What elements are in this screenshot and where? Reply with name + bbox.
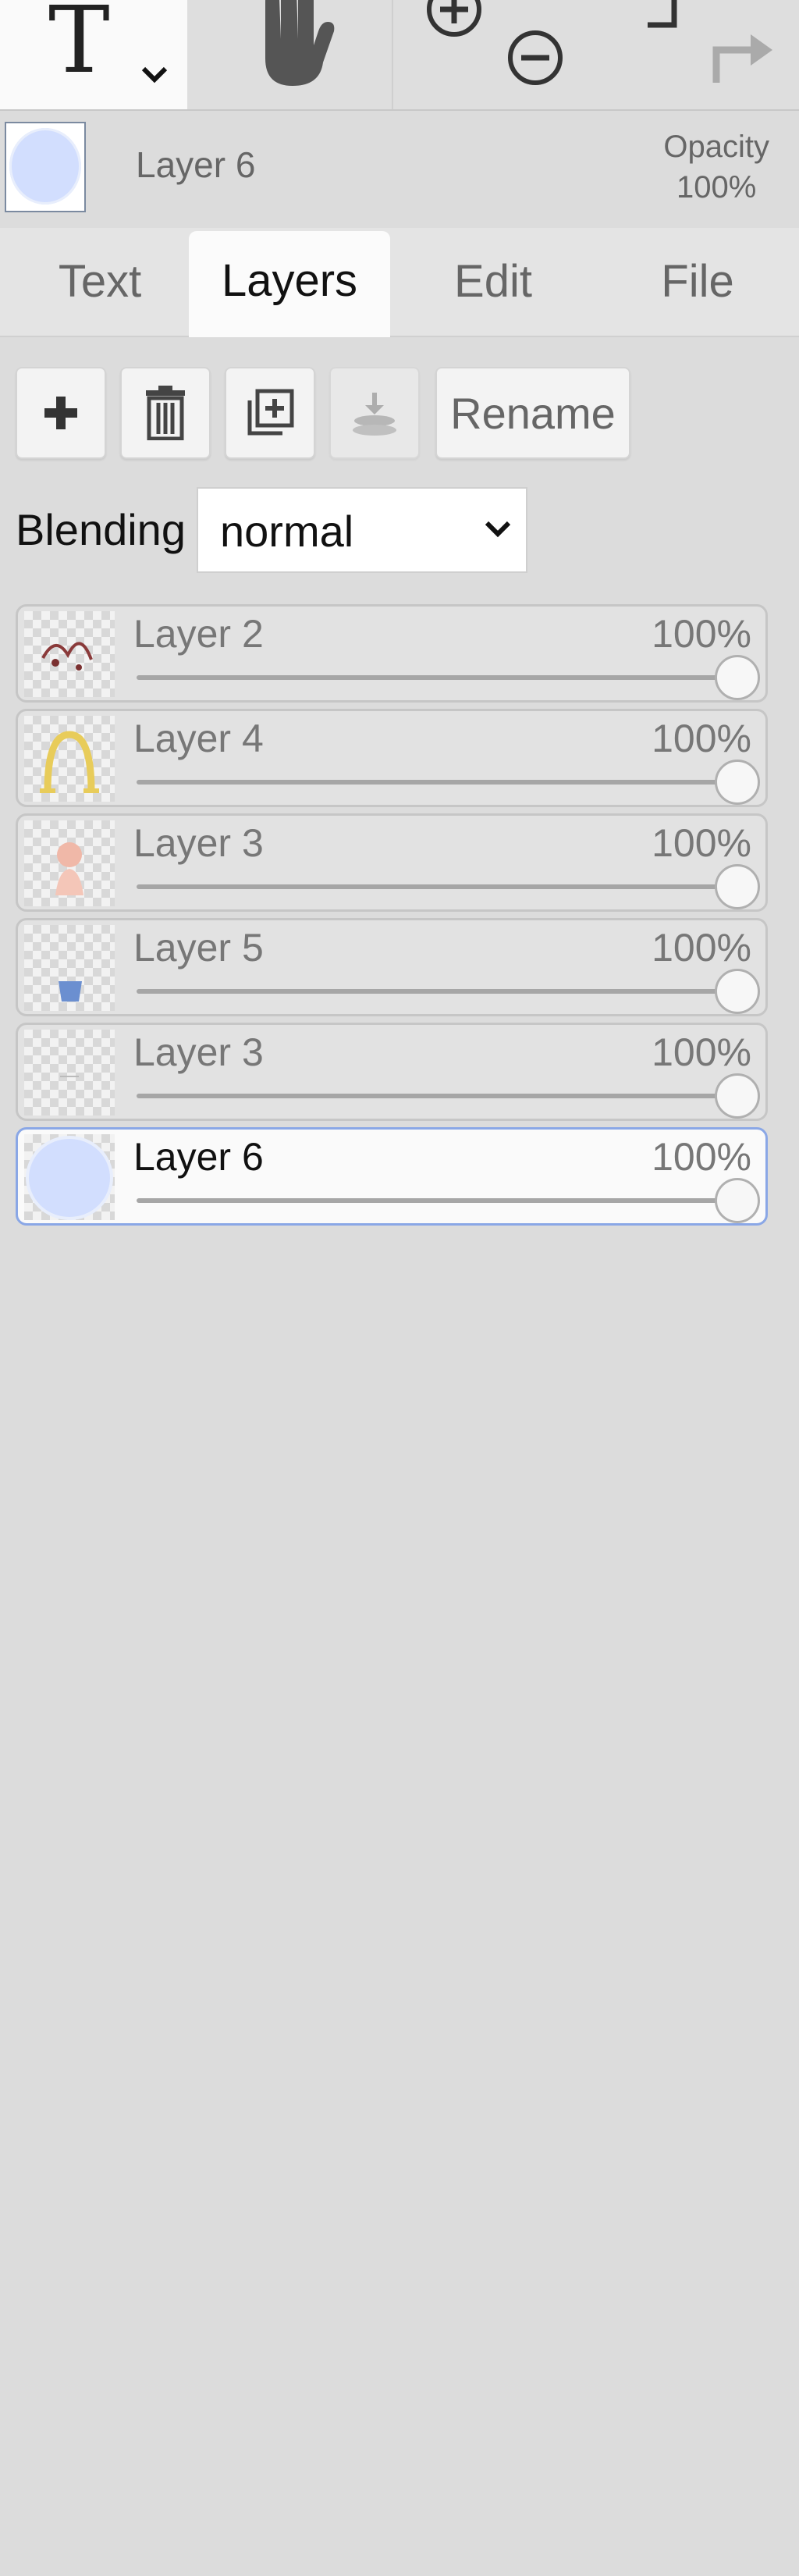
opacity-slider-track[interactable]	[137, 780, 737, 785]
layer-opacity: 100%	[652, 926, 751, 970]
text-tool-button[interactable]: T	[0, 0, 187, 109]
opacity-slider-track[interactable]	[137, 884, 737, 889]
layer-row[interactable]: Layer 5 100%	[16, 918, 768, 1016]
opacity-slider-track[interactable]	[137, 1198, 737, 1203]
opacity-slider-thumb[interactable]	[715, 1178, 760, 1223]
current-layer-thumbnail	[5, 122, 86, 212]
opacity-label: Opacity	[663, 130, 769, 164]
blending-select[interactable]: normal	[197, 487, 527, 573]
tab-file[interactable]: File	[598, 228, 797, 336]
layer-thumbnail	[24, 820, 115, 906]
opacity-slider-thumb[interactable]	[715, 1073, 760, 1119]
layer-opacity: 100%	[652, 1030, 751, 1074]
layer-row[interactable]: Layer 3 100%	[16, 1023, 768, 1121]
opacity-slider-thumb[interactable]	[715, 969, 760, 1014]
layer-row[interactable]: Layer 4 100%	[16, 709, 768, 807]
layer-opacity: 100%	[652, 821, 751, 865]
blending-value: normal	[220, 507, 354, 556]
layer-header: Layer 6 Opacity 100%	[0, 111, 799, 228]
undo-icon[interactable]	[643, 0, 690, 39]
layer-row[interactable]: Layer 2 100%	[16, 604, 768, 703]
trash-icon	[146, 386, 185, 440]
plus-icon	[44, 397, 77, 429]
layer-name: Layer 3	[133, 1030, 264, 1074]
tab-layers[interactable]: Layers	[189, 231, 390, 337]
layer-row-selected[interactable]: Layer 6 100%	[16, 1127, 768, 1226]
layer-name: Layer 4	[133, 717, 264, 760]
opacity-slider-track[interactable]	[137, 1094, 737, 1098]
toolbar: T	[0, 0, 799, 111]
layer-opacity: 100%	[652, 612, 751, 656]
chevron-down-icon	[485, 521, 511, 538]
blending-label: Blending	[16, 505, 186, 554]
layer-thumbnail	[24, 1134, 115, 1220]
zoom-in-icon[interactable]	[423, 0, 485, 41]
hand-tool-button[interactable]	[187, 0, 392, 109]
layer-thumbnail	[24, 1030, 115, 1115]
hand-icon	[265, 0, 335, 86]
duplicate-icon	[247, 389, 294, 436]
merge-down-button[interactable]	[329, 367, 420, 459]
current-layer-name: Layer 6	[136, 144, 256, 185]
zoom-controls	[393, 0, 588, 109]
duplicate-layer-button[interactable]	[225, 367, 315, 459]
text-T-icon: T	[48, 0, 110, 94]
history-controls	[588, 0, 799, 109]
merge-down-icon	[353, 393, 396, 436]
layer-thumbnail	[24, 925, 115, 1011]
opacity-value: 100%	[676, 170, 757, 205]
layer-name: Layer 5	[133, 926, 264, 970]
delete-layer-button[interactable]	[120, 367, 211, 459]
layer-name: Layer 3	[133, 821, 264, 865]
opacity-slider-track[interactable]	[137, 989, 737, 994]
opacity-slider-track[interactable]	[137, 675, 737, 680]
add-layer-button[interactable]	[16, 367, 106, 459]
chevron-down-icon[interactable]	[139, 62, 170, 86]
opacity-slider-thumb[interactable]	[715, 864, 760, 909]
rename-layer-button[interactable]: Rename	[435, 367, 630, 459]
tab-text[interactable]: Text	[0, 228, 200, 336]
opacity-slider-thumb[interactable]	[715, 760, 760, 805]
layer-name: Layer 6	[133, 1135, 264, 1179]
tab-bar: Text Layers Edit File	[0, 228, 799, 337]
opacity-display: Opacity 100%	[663, 126, 769, 208]
tab-edit[interactable]: Edit	[393, 228, 593, 336]
layer-thumbnail	[24, 611, 115, 697]
opacity-slider-thumb[interactable]	[715, 655, 760, 700]
layer-name: Layer 2	[133, 612, 264, 656]
layer-thumbnail	[24, 716, 115, 802]
zoom-out-icon[interactable]	[504, 27, 566, 89]
redo-icon[interactable]	[705, 23, 776, 86]
layer-opacity: 100%	[652, 717, 751, 760]
layer-opacity: 100%	[652, 1135, 751, 1179]
layer-row[interactable]: Layer 3 100%	[16, 813, 768, 912]
